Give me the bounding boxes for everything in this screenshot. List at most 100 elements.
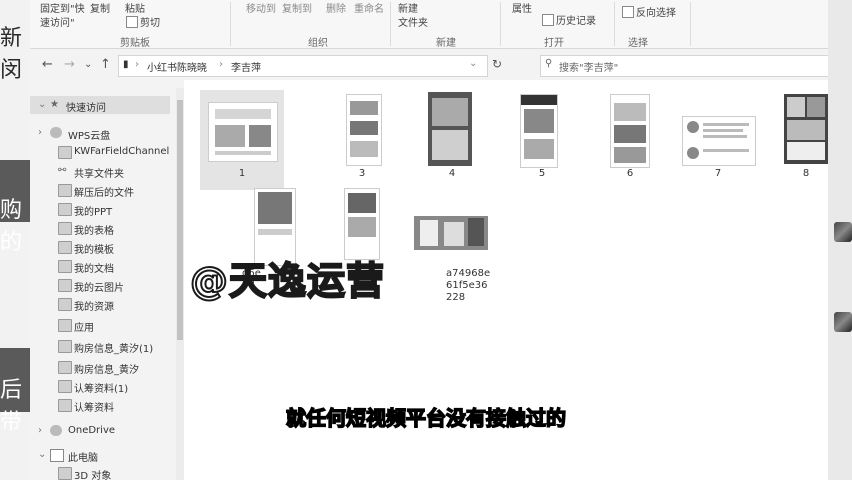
refresh-button[interactable]: ↻: [492, 57, 502, 71]
folder-icon: [58, 298, 72, 311]
ribbon-divider: [500, 2, 501, 46]
sidebar-item-label: 我的资源: [74, 302, 114, 313]
open-group-label: 打开: [544, 38, 564, 49]
sidebar-item-my-ppt[interactable]: 我的PPT: [30, 200, 170, 218]
sidebar-item-label: 共享文件夹: [74, 169, 124, 180]
folder-icon: [58, 222, 72, 235]
filename-line: 228: [446, 292, 466, 303]
back-button[interactable]: ←: [42, 57, 53, 72]
computer-icon: [50, 449, 64, 462]
file-thumbnail: [784, 94, 828, 164]
ribbon-divider: [390, 2, 391, 46]
sidebar-item-my-templates[interactable]: 我的模板: [30, 238, 170, 256]
breadcrumb-item[interactable]: 小红书陈晓晓: [147, 59, 207, 74]
paste-button[interactable]: 粘贴: [125, 0, 145, 15]
copy-button[interactable]: 复制: [90, 0, 110, 15]
file-item[interactable]: 4: [410, 90, 494, 190]
cut-button[interactable]: 剪切: [126, 14, 160, 29]
file-item[interactable]: 7: [676, 90, 760, 190]
new-group-label: 新建: [436, 38, 456, 49]
file-name: 8: [802, 168, 810, 179]
sidebar-item-house-info-1[interactable]: 购房信息_黄汐(1): [30, 337, 170, 355]
file-item[interactable]: 8: [764, 90, 828, 190]
history-label: 历史记录: [556, 16, 596, 27]
address-path[interactable]: ▮ › 小红书陈晓晓 › 李吉萍 ⌄: [118, 55, 488, 77]
sidebar-item-apps[interactable]: 应用: [30, 316, 170, 334]
sidebar-item-house-info[interactable]: 购房信息_黄汐: [30, 358, 170, 376]
organize-group-label: 组织: [308, 38, 328, 49]
search-icon: ⚲: [545, 58, 553, 69]
sidebar-item-my-cloud-pictures[interactable]: 我的云图片: [30, 276, 170, 294]
sidebar-item-label: 我的模板: [74, 245, 114, 256]
star-icon: ★: [50, 99, 59, 110]
address-bar-row: ← → ⌄ ↑ ▮ › 小红书陈晓晓 › 李吉萍 ⌄ ↻ ⚲ 搜索"李吉萍": [30, 53, 828, 79]
rename-button[interactable]: 重命名: [354, 0, 384, 15]
folder-icon: [58, 380, 72, 393]
folder-icon: [58, 319, 72, 332]
sidebar-item-label: 认筹资料(1): [74, 384, 129, 395]
history-button[interactable]: 历史记录: [542, 12, 596, 27]
sidebar-item-label: 我的PPT: [74, 207, 113, 218]
folder-icon: [58, 279, 72, 292]
sidebar-item-label: 购房信息_黄汐(1): [74, 344, 154, 355]
ribbon-divider: [614, 2, 615, 46]
new-folder-button[interactable]: 新建: [398, 0, 418, 15]
sidebar-item-my-resources[interactable]: 我的资源: [30, 295, 170, 313]
file-item[interactable]: 1: [200, 90, 284, 190]
file-name: 7: [714, 168, 722, 179]
file-item[interactable]: 6: [588, 90, 672, 190]
sidebar-item-3d-objects[interactable]: 3D 对象: [30, 464, 170, 480]
invert-selection-button[interactable]: 反向选择: [622, 4, 676, 19]
ribbon: 固定到"快 速访问" 复制 粘贴 剪切 剪贴板 移动到 复制到 删除 重命名 组…: [30, 0, 828, 49]
folder-icon: ▮: [123, 59, 129, 70]
sidebar-item-label: 此电脑: [68, 453, 98, 464]
ribbon-divider: [230, 2, 231, 46]
file-thumbnail: [520, 94, 558, 168]
file-item[interactable]: 5: [500, 90, 584, 190]
up-button[interactable]: ↑: [100, 57, 111, 72]
file-thumbnail: [208, 102, 278, 162]
sidebar-item-my-documents[interactable]: 我的文档: [30, 257, 170, 275]
sidebar-item-subscription-docs-1[interactable]: 认筹资料(1): [30, 377, 170, 395]
file-name: 6: [626, 168, 634, 179]
folder-icon: [58, 146, 72, 159]
scrollbar-thumb[interactable]: [177, 100, 183, 340]
history-icon: [542, 14, 554, 26]
delete-button[interactable]: 删除: [326, 0, 346, 15]
properties-button[interactable]: 属性: [512, 0, 532, 15]
recent-locations-button[interactable]: ⌄: [84, 59, 92, 70]
sidebar-item-this-pc[interactable]: ⌄ 此电脑: [30, 446, 170, 464]
sidebar-item-label: 解压后的文件: [74, 188, 134, 199]
file-name: 1: [238, 168, 246, 179]
file-thumbnail: [346, 94, 382, 166]
copy-to-button[interactable]: 复制到: [282, 0, 312, 15]
avatar: [834, 312, 852, 332]
sidebar-item-shared-folder[interactable]: ⚯ 共享文件夹: [30, 162, 170, 180]
search-input[interactable]: ⚲ 搜索"李吉萍": [540, 55, 828, 77]
sidebar-item-label: 快速访问: [66, 103, 106, 114]
invert-selection-label: 反向选择: [636, 8, 676, 19]
chevron-right-icon: ›: [38, 127, 42, 138]
cloud-icon: [50, 127, 62, 138]
sidebar-item-label: KWFarFieldChannel: [74, 146, 170, 157]
sidebar-item-label: 我的文档: [74, 264, 114, 275]
sidebar-item-quick-access[interactable]: ⌄ ★ 快速访问: [30, 96, 170, 114]
sidebar-item-wps-cloud[interactable]: › WPS云盘: [30, 124, 170, 142]
clipboard-group-label: 剪贴板: [120, 38, 150, 49]
share-icon: ⚯: [58, 165, 67, 176]
forward-button[interactable]: →: [64, 57, 75, 72]
sidebar-item-label: 我的云图片: [74, 283, 124, 294]
pin-quick-access-button[interactable]: 固定到"快: [40, 0, 85, 15]
sidebar-item-kwfarfieldchannel[interactable]: KWFarFieldChannel: [30, 143, 170, 161]
sidebar-item-my-sheets[interactable]: 我的表格: [30, 219, 170, 237]
breadcrumb-item[interactable]: 李吉萍: [231, 59, 261, 74]
slide-text-1: 新闵: [0, 26, 23, 83]
folder-icon: [58, 361, 72, 374]
pin-quick-access-label2: 速访问": [40, 18, 75, 29]
select-group-label: 选择: [628, 38, 648, 49]
move-to-button[interactable]: 移动到: [246, 0, 276, 15]
file-item[interactable]: 3: [314, 90, 398, 190]
avatar: [834, 222, 852, 242]
sidebar-item-unzipped[interactable]: 解压后的文件: [30, 181, 170, 199]
chevron-down-icon[interactable]: ⌄: [469, 58, 477, 69]
